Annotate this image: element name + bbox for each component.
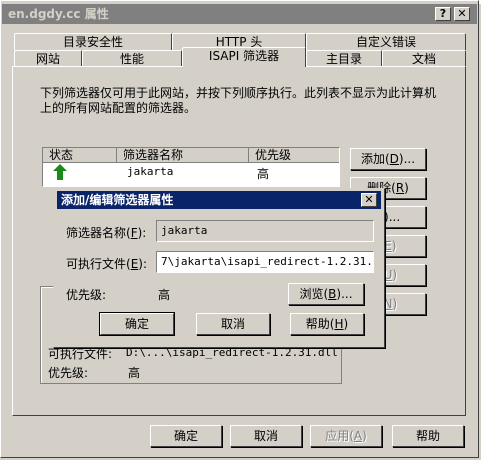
details-priority-value: 高 <box>128 366 141 380</box>
apply-button[interactable]: 应用(A) <box>310 425 382 447</box>
filter-priority-cell: 高 <box>257 167 270 181</box>
description-text: 下列筛选器仅可用于此网站，并按下列顺序执行。此列表不显示为此计算机上的所有网站配… <box>40 86 437 115</box>
close-caption-button[interactable]: ✕ <box>454 7 470 21</box>
details-priority-label: 优先级: <box>48 366 89 380</box>
dialog-close-button[interactable]: ✕ <box>361 193 377 207</box>
tab-website[interactable]: 网站 <box>14 50 82 67</box>
priority-value: 高 <box>158 288 171 302</box>
tab-custom-errors[interactable]: 自定义错误 <box>306 33 466 50</box>
column-filter-name[interactable]: 筛选器名称 <box>117 148 249 163</box>
browse-button[interactable]: 浏览(B)... <box>288 283 364 305</box>
executable-label: 可执行文件(E): <box>66 257 148 271</box>
edit-filter-dialog: 添加/编辑筛选器属性 ✕ 筛选器名称(F): jakarta 可执行文件(E):… <box>53 188 385 348</box>
filter-list[interactable]: 状态 筛选器名称 优先级 jakarta 高 <box>42 147 340 187</box>
column-status[interactable]: 状态 <box>43 148 117 163</box>
dialog-ok-button[interactable]: 确定 <box>100 313 174 335</box>
executable-input[interactable]: 7\jakarta\isapi_redirect-1.2.31.dll <box>156 251 374 273</box>
filter-name-label: 筛选器名称(F): <box>66 226 147 240</box>
add-filter-button[interactable]: 添加(D)... <box>350 148 426 170</box>
table-row[interactable]: jakarta 高 <box>43 164 339 181</box>
window-titlebar: en.dgdy.cc 属性 ? ✕ <box>2 4 477 24</box>
column-priority[interactable]: 优先级 <box>249 148 339 163</box>
tab-performance[interactable]: 性能 <box>82 50 182 67</box>
priority-label: 优先级: <box>66 288 107 302</box>
help-caption-button[interactable]: ? <box>435 7 451 21</box>
dialog-help-button[interactable]: 帮助(H) <box>290 313 364 335</box>
dialog-cancel-button[interactable]: 取消 <box>196 313 270 335</box>
help-button[interactable]: 帮助 <box>392 425 464 447</box>
dialog-titlebar: 添加/编辑筛选器属性 ✕ <box>57 191 381 209</box>
ok-button[interactable]: 确定 <box>150 425 222 447</box>
up-arrow-icon <box>53 164 67 180</box>
tab-isapi-filters[interactable]: ISAPI 筛选器 <box>182 47 306 67</box>
dialog-title: 添加/编辑筛选器属性 <box>61 193 174 207</box>
window-title: en.dgdy.cc 属性 <box>8 7 109 21</box>
filter-name-field[interactable]: jakarta <box>156 220 374 242</box>
filter-name-cell: jakarta <box>127 165 174 178</box>
tab-documents[interactable]: 文档 <box>382 50 466 67</box>
tab-directory-security[interactable]: 目录安全性 <box>14 33 172 50</box>
cancel-button[interactable]: 取消 <box>230 425 302 447</box>
tab-home-directory[interactable]: 主目录 <box>306 50 382 67</box>
